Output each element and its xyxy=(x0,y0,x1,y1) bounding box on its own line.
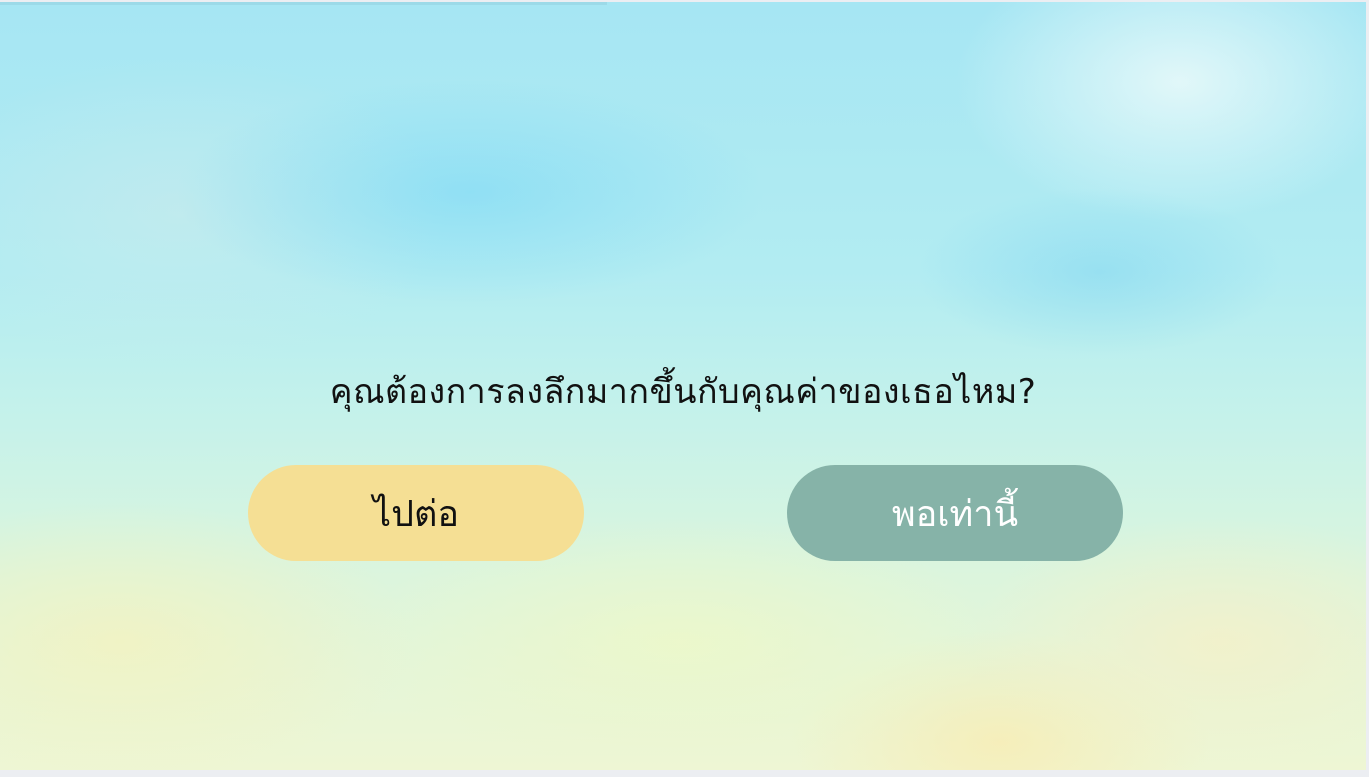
continue-button-label: ไปต่อ xyxy=(373,493,459,535)
stop-button-label: พอเท่านี้ xyxy=(891,493,1019,535)
top-edge-strip xyxy=(0,2,607,5)
watercolor-background: คุณต้องการลงลึกมากขึ้นกับคุณค่าของเธอไหม… xyxy=(0,2,1366,770)
question-text: คุณต้องการลงลึกมากขึ้นกับคุณค่าของเธอไหม… xyxy=(329,372,1037,412)
stop-button[interactable]: พอเท่านี้ xyxy=(787,465,1123,561)
continue-button[interactable]: ไปต่อ xyxy=(248,465,584,561)
